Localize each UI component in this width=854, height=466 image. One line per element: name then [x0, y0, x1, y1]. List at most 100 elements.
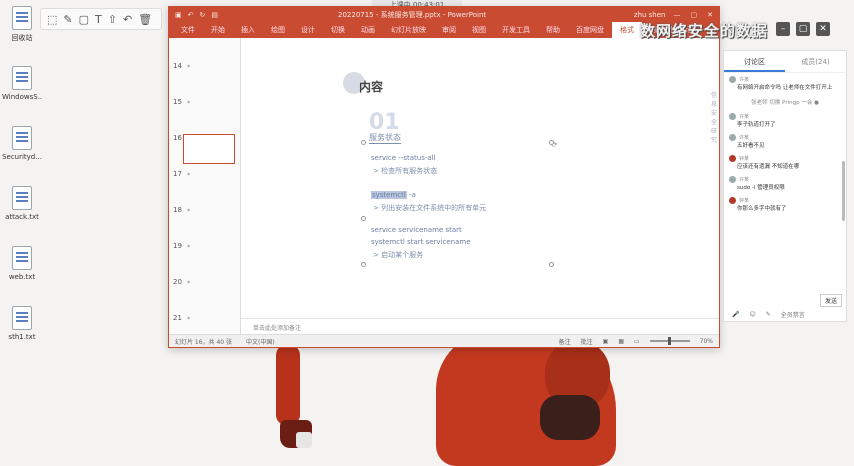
- notes-pane[interactable]: 单击此处添加备注: [241, 318, 719, 334]
- command-text: systemctl start servicename: [371, 238, 471, 246]
- thumbnail-selected[interactable]: 16: [169, 134, 241, 166]
- chat-footer: 🎤 ☺ ✎ 全员禁言: [724, 309, 846, 319]
- star-icon: *: [187, 280, 190, 287]
- minimize-icon[interactable]: —: [674, 11, 681, 19]
- maximize-icon[interactable]: ▢: [691, 11, 698, 19]
- desktop-icon[interactable]: sth1.txt: [2, 306, 42, 358]
- zoom-level[interactable]: 70%: [700, 338, 713, 345]
- message-text: 李子轨道打开了: [737, 122, 776, 128]
- undo-icon[interactable]: ↶: [188, 11, 194, 19]
- slide-canvas: 内容 信息安全研究 01 服务状态 service --status-all >…: [241, 38, 736, 334]
- tab-draw[interactable]: 绘图: [263, 22, 293, 38]
- desktop-icon[interactable]: Securityd...: [2, 126, 42, 178]
- tab-review[interactable]: 审阅: [434, 22, 464, 38]
- chat-message: 钟某 应该还有遗漏 不知道在哪: [729, 154, 841, 171]
- resize-handle[interactable]: [361, 140, 366, 145]
- mute-all-toggle[interactable]: 全员禁言: [781, 310, 805, 319]
- wallpaper-shoe-sole: [296, 432, 312, 448]
- resize-handle[interactable]: [549, 140, 554, 145]
- thumbnail[interactable]: 14 *: [169, 62, 241, 94]
- thumbnail[interactable]: 18 *: [169, 206, 241, 238]
- present-icon[interactable]: ▤: [211, 11, 218, 19]
- pen-icon[interactable]: ✎: [766, 311, 771, 318]
- thumbnail[interactable]: 15 *: [169, 98, 241, 130]
- tab-format[interactable]: 格式: [612, 22, 642, 38]
- command-text: service --status-all: [371, 154, 436, 162]
- status-bar: 幻灯片 16，共 40 张 中文(中国) 备注 批注 ▣ ▦ ▭ 70%: [169, 334, 719, 347]
- text-tool-icon[interactable]: T: [95, 13, 102, 26]
- resize-handle[interactable]: [361, 216, 366, 221]
- quick-access-toolbar: ▣ ↶ ↻ ▤: [175, 11, 218, 19]
- save-icon[interactable]: ▣: [175, 11, 182, 19]
- slide-number: 17: [173, 170, 182, 178]
- slide-number: 16: [173, 134, 182, 142]
- select-tool-icon[interactable]: ⬚: [47, 13, 57, 26]
- slide-number: 21: [173, 314, 182, 322]
- desktop-icon-label: Securityd...: [2, 153, 42, 161]
- desktop-icon[interactable]: attack.txt: [2, 186, 42, 238]
- emoji-icon[interactable]: ☺: [749, 311, 755, 318]
- notes-toggle[interactable]: 备注: [559, 337, 571, 346]
- title-bar: ▣ ↶ ↻ ▤ 20220715 - 系统服务管理.pptx - PowerPo…: [169, 7, 719, 22]
- tab-animations[interactable]: 动画: [353, 22, 383, 38]
- trash-icon[interactable]: 🗑: [138, 13, 152, 26]
- sorter-view-icon[interactable]: ▦: [618, 338, 624, 345]
- status-right: 备注 批注 ▣ ▦ ▭ 70%: [559, 337, 713, 346]
- tab-discussion[interactable]: 讨论区: [724, 51, 785, 72]
- system-notice: 张老师 切换 Pringp 一会 ●: [751, 100, 819, 106]
- normal-view-icon[interactable]: ▣: [603, 338, 609, 345]
- file-icon: [12, 126, 32, 150]
- star-icon: *: [187, 208, 190, 215]
- slide[interactable]: 内容 信息安全研究 01 服务状态 service --status-all >…: [261, 46, 736, 308]
- tab-help[interactable]: 帮助: [538, 22, 568, 38]
- send-button[interactable]: 发送: [819, 294, 842, 307]
- thumbnail[interactable]: 20 *: [169, 278, 241, 310]
- resize-handle[interactable]: [361, 262, 366, 267]
- highlighted-text[interactable]: systemctl: [371, 191, 407, 199]
- tab-baidu[interactable]: 百度网盘: [568, 22, 612, 38]
- annotation-toolbar: ⬚ ✎ ▢ T ⇧ ↶ 🗑: [40, 8, 162, 30]
- tab-view[interactable]: 视图: [464, 22, 494, 38]
- slide-title[interactable]: 内容: [359, 78, 383, 95]
- desktop-icon[interactable]: 回收站: [2, 6, 42, 58]
- tab-file[interactable]: 文件: [173, 22, 203, 38]
- thumbnail[interactable]: 19 *: [169, 242, 241, 274]
- tab-transitions[interactable]: 切换: [323, 22, 353, 38]
- user-name[interactable]: zhu shen: [634, 11, 666, 19]
- resize-handle[interactable]: [549, 262, 554, 267]
- desktop-icon-label: 回收站: [11, 34, 33, 42]
- zoom-slider[interactable]: [649, 337, 690, 345]
- tab-design[interactable]: 设计: [293, 22, 323, 38]
- arrow-tool-icon[interactable]: ⇧: [108, 13, 117, 26]
- thumbnail[interactable]: 17 *: [169, 170, 241, 202]
- tab-members[interactable]: 成员(24): [785, 51, 846, 72]
- desktop-icon-label: web.txt: [8, 273, 36, 281]
- maximize-icon[interactable]: ▢: [796, 22, 810, 36]
- description-text: > 启动某个服务: [373, 251, 424, 259]
- chat-message: 钟某 你那么多字中就有了: [729, 196, 841, 213]
- overlay-window-controls: – ▢ ✕: [776, 22, 830, 36]
- redo-icon[interactable]: ↻: [200, 11, 206, 19]
- undo-tool-icon[interactable]: ↶: [123, 13, 132, 26]
- desktop-icon[interactable]: WindowsS...: [2, 66, 42, 118]
- pen-tool-icon[interactable]: ✎: [63, 13, 72, 26]
- minimize-icon[interactable]: –: [776, 22, 790, 36]
- slide-logo: 信息安全研究: [711, 92, 718, 144]
- language[interactable]: 中文(中国): [246, 337, 275, 346]
- sender-name: 钟某: [739, 156, 750, 162]
- chat-scrollbar[interactable]: [842, 161, 845, 221]
- microphone-icon[interactable]: 🎤: [732, 311, 739, 318]
- comments-toggle[interactable]: 批注: [581, 337, 593, 346]
- file-icon: [12, 306, 32, 330]
- desktop-icon-label: sth1.txt: [8, 333, 36, 341]
- tab-insert[interactable]: 插入: [233, 22, 263, 38]
- desktop-icon[interactable]: web.txt: [2, 246, 42, 298]
- close-icon[interactable]: ✕: [816, 22, 830, 36]
- reading-view-icon[interactable]: ▭: [634, 338, 640, 345]
- rectangle-tool-icon[interactable]: ▢: [79, 13, 89, 26]
- tab-home[interactable]: 开始: [203, 22, 233, 38]
- tab-developer[interactable]: 开发工具: [494, 22, 538, 38]
- tab-slideshow[interactable]: 幻灯片放映: [383, 22, 434, 38]
- slide-count: 幻灯片 16，共 40 张: [175, 338, 232, 346]
- close-icon[interactable]: ✕: [707, 11, 713, 19]
